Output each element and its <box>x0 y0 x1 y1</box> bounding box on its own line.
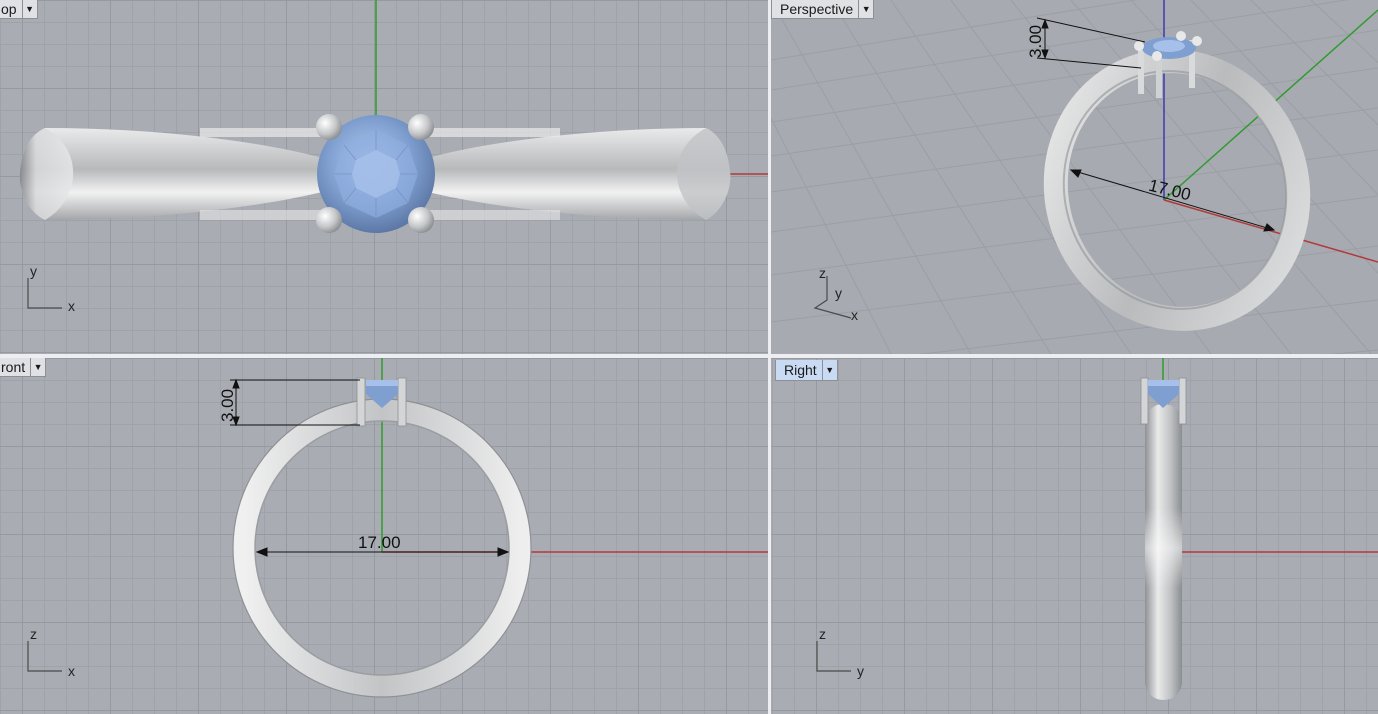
viewport-title: ront <box>1 359 26 375</box>
chevron-down-icon[interactable]: ▼ <box>30 358 45 376</box>
viewport-splitter-horizontal[interactable] <box>0 354 1378 358</box>
front-view-canvas <box>27 358 768 698</box>
viewport-tab-right[interactable]: Right ▼ <box>775 360 838 381</box>
chevron-down-icon[interactable]: ▼ <box>21 0 37 18</box>
chevron-down-icon[interactable]: ▼ <box>858 0 873 18</box>
x-axis-line <box>1163 199 1378 263</box>
viewport-tab-perspective[interactable]: Perspective ▼ <box>771 0 875 19</box>
chevron-down-icon[interactable]: ▼ <box>821 360 837 380</box>
viewport-tab-front[interactable]: ront ▼ <box>0 358 47 377</box>
top-view-canvas <box>19 0 768 309</box>
viewport-title: op <box>1 1 17 17</box>
viewport-title: Right <box>784 362 817 378</box>
prong <box>316 114 342 140</box>
dimension-diameter-3d <box>1069 169 1276 232</box>
viewport-tab-top[interactable]: op ▼ <box>0 0 38 19</box>
prong <box>408 207 434 233</box>
prong <box>316 207 342 233</box>
right-view-canvas <box>816 358 1378 700</box>
viewport-perspective[interactable]: Perspective ▼ 3.00 17.00 z y x <box>771 0 1378 354</box>
perspective-view-canvas <box>771 0 1378 354</box>
viewport-front[interactable]: ront ▼ 3.00 17.00 z x <box>0 358 768 714</box>
ring-3d <box>1043 49 1311 331</box>
viewport-title: Perspective <box>780 1 854 17</box>
prong <box>408 114 434 140</box>
viewport-right[interactable]: Right ▼ z y <box>771 358 1378 714</box>
viewport-top[interactable]: op ▼ y x <box>0 0 768 354</box>
